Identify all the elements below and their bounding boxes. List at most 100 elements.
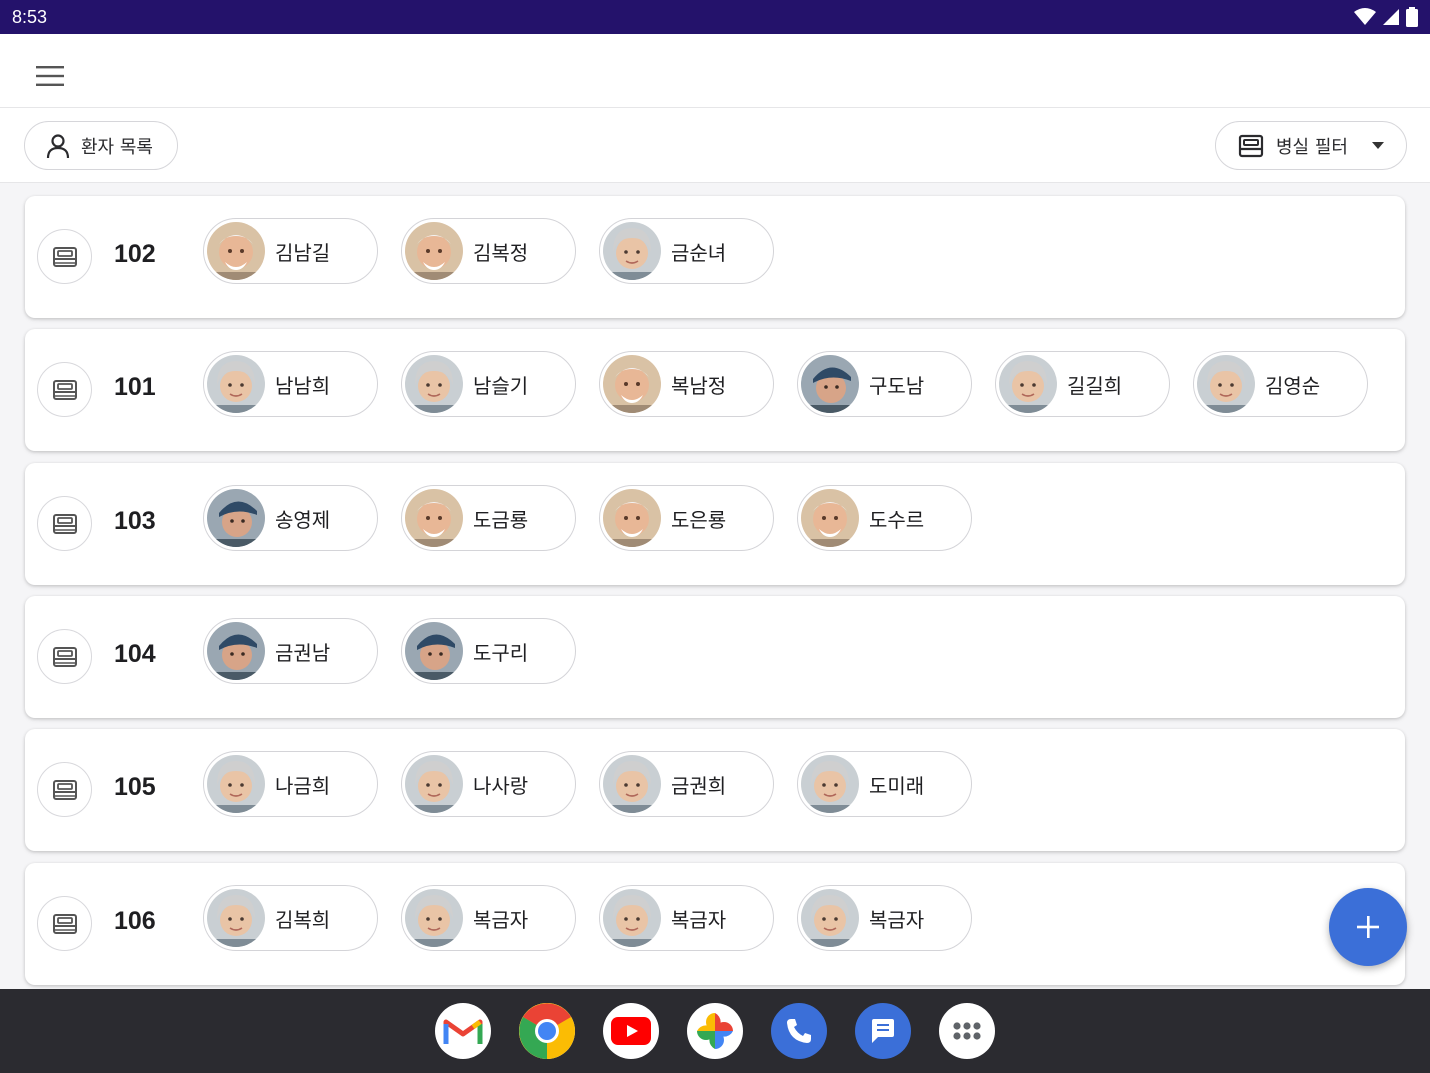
status-icons [1354, 7, 1418, 27]
patient-chip-list: 남남희 남슬기 복남정 구도남 길길희 김영순 [203, 351, 1368, 419]
patient-chip[interactable]: 도은룡 [599, 485, 774, 551]
patient-name: 금권남 [275, 640, 331, 665]
patient-chip[interactable]: 남슬기 [401, 351, 576, 417]
room-card[interactable]: 105 나금희 나사랑 금권희 도미래 [25, 729, 1405, 851]
patient-chip[interactable]: 금권희 [599, 751, 774, 817]
patient-avatar [801, 755, 859, 813]
room-bed-icon-button[interactable] [37, 496, 92, 551]
patient-chip[interactable]: 길길희 [995, 351, 1170, 417]
patient-chip[interactable]: 나금희 [203, 751, 378, 817]
patient-avatar [405, 889, 463, 947]
patient-name: 김복희 [275, 907, 331, 932]
chrome-icon [519, 1003, 575, 1059]
messages-icon [872, 1019, 894, 1043]
patient-avatar [207, 755, 265, 813]
gmail-app[interactable] [435, 1003, 491, 1059]
patient-avatar [603, 355, 661, 413]
app-drawer-icon [953, 1022, 981, 1040]
bed-icon [52, 379, 77, 400]
patient-chip[interactable]: 구도남 [797, 351, 972, 417]
hamburger-menu-icon [36, 66, 64, 86]
phone-app[interactable] [771, 1003, 827, 1059]
patient-avatar [405, 755, 463, 813]
patient-chip[interactable]: 송영제 [203, 485, 378, 551]
patient-chip[interactable]: 김복희 [203, 885, 378, 951]
patient-avatar [207, 222, 265, 280]
patient-chip-list: 김복희 복금자 복금자 복금자 [203, 885, 972, 953]
room-number: 105 [114, 773, 156, 801]
plus-icon [1357, 916, 1379, 938]
room-filter-dropdown[interactable]: 병실 필터 [1215, 121, 1407, 170]
add-button[interactable] [1329, 888, 1407, 966]
wifi-icon [1354, 8, 1376, 25]
app-drawer-button[interactable] [939, 1003, 995, 1059]
messages-app[interactable] [855, 1003, 911, 1059]
gmail-icon [443, 1019, 483, 1044]
room-bed-icon-button[interactable] [37, 229, 92, 284]
patient-name: 김남길 [275, 240, 331, 265]
patient-chip-list: 김남길 김복정 금순녀 [203, 218, 774, 286]
patient-name: 도수르 [869, 507, 925, 532]
phone-icon [787, 1019, 811, 1043]
patient-name: 도미래 [869, 773, 925, 798]
menu-button[interactable] [30, 56, 70, 96]
room-number: 101 [114, 373, 156, 401]
patient-chip[interactable]: 복금자 [797, 885, 972, 951]
youtube-app[interactable] [603, 1003, 659, 1059]
patient-name: 남슬기 [473, 373, 529, 398]
patient-chip[interactable]: 금순녀 [599, 218, 774, 284]
room-bed-icon-button[interactable] [37, 629, 92, 684]
room-card[interactable]: 104 금권남 도구리 [25, 596, 1405, 718]
patient-chip[interactable]: 복금자 [599, 885, 774, 951]
patient-name: 복금자 [473, 907, 529, 932]
patient-name: 금권희 [671, 773, 727, 798]
patient-avatar [1197, 355, 1255, 413]
room-bed-icon-button[interactable] [37, 896, 92, 951]
room-bed-icon-button[interactable] [37, 762, 92, 817]
patient-chip[interactable]: 김남길 [203, 218, 378, 284]
patient-avatar [603, 222, 661, 280]
room-card[interactable]: 106 김복희 복금자 복금자 복금자 [25, 863, 1405, 985]
room-card[interactable]: 103 송영제 도금룡 도은룡 도수르 [25, 463, 1405, 585]
patient-avatar [801, 489, 859, 547]
patient-avatar [405, 355, 463, 413]
patient-avatar [801, 889, 859, 947]
status-bar: 8:53 [0, 0, 1430, 34]
signal-icon [1383, 9, 1399, 25]
bed-icon [52, 913, 77, 934]
patient-chip[interactable]: 도구리 [401, 618, 576, 684]
room-number: 104 [114, 640, 156, 668]
photos-app[interactable] [687, 1003, 743, 1059]
patient-name: 길길희 [1067, 373, 1123, 398]
room-bed-icon-button[interactable] [37, 362, 92, 417]
patient-chip[interactable]: 김복정 [401, 218, 576, 284]
patient-chip[interactable]: 김영순 [1193, 351, 1368, 417]
patient-avatar [603, 889, 661, 947]
patient-name: 나사랑 [473, 773, 529, 798]
patient-chip[interactable]: 금권남 [203, 618, 378, 684]
patient-chip[interactable]: 나사랑 [401, 751, 576, 817]
patient-chip[interactable]: 도수르 [797, 485, 972, 551]
room-number: 102 [114, 240, 156, 268]
room-card[interactable]: 101 남남희 남슬기 복남정 구도남 길길희 김영순 [25, 329, 1405, 451]
battery-icon [1406, 7, 1418, 27]
patient-name: 구도남 [869, 373, 925, 398]
patient-list-button[interactable]: 환자 목록 [24, 121, 178, 170]
patient-chip-list: 나금희 나사랑 금권희 도미래 [203, 751, 972, 819]
chrome-app[interactable] [519, 1003, 575, 1059]
patient-avatar [207, 622, 265, 680]
patient-chip[interactable]: 복금자 [401, 885, 576, 951]
patient-chip[interactable]: 도금룡 [401, 485, 576, 551]
bed-icon [52, 513, 77, 534]
status-time: 8:53 [12, 6, 48, 27]
bed-icon [1238, 134, 1264, 157]
patient-chip[interactable]: 복남정 [599, 351, 774, 417]
patient-chip[interactable]: 도미래 [797, 751, 972, 817]
room-card[interactable]: 102 김남길 김복정 금순녀 [25, 196, 1405, 318]
patient-name: 복금자 [869, 907, 925, 932]
patient-avatar [207, 889, 265, 947]
patient-name: 송영제 [275, 507, 331, 532]
dropdown-arrow-icon [1371, 142, 1384, 149]
filter-bar: 환자 목록 병실 필터 [0, 108, 1430, 183]
patient-chip[interactable]: 남남희 [203, 351, 378, 417]
